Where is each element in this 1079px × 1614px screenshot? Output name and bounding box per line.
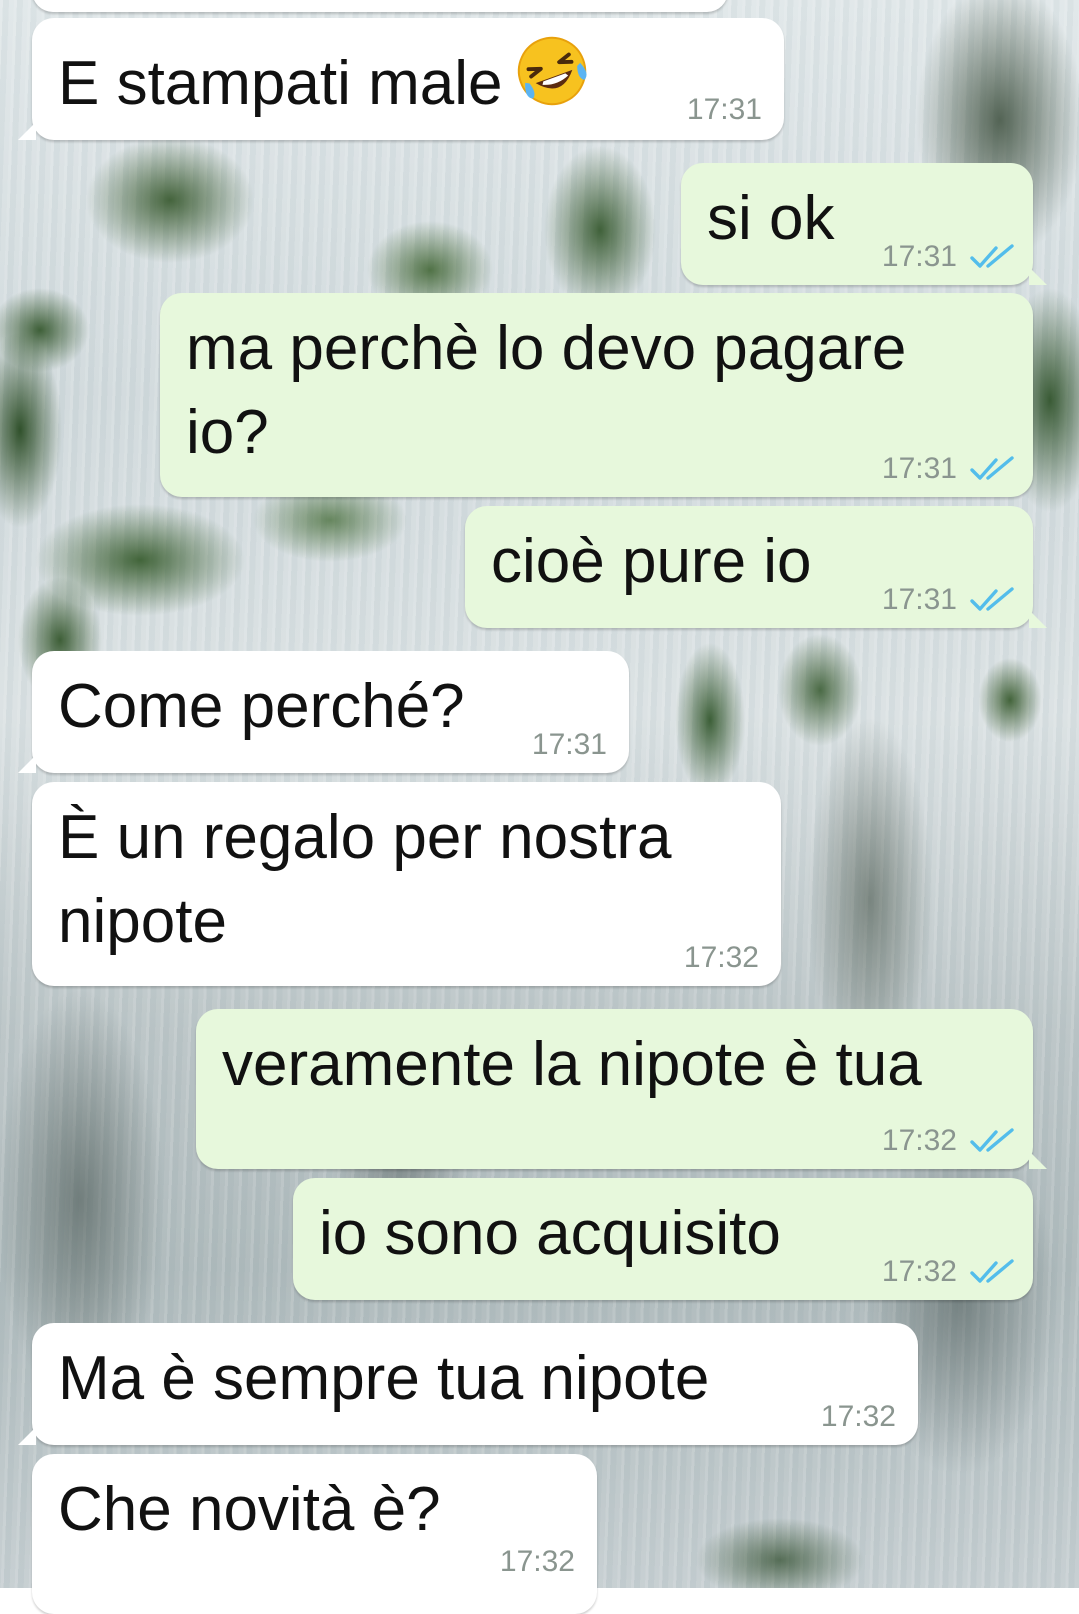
message-bubble[interactable]: Che novità è? 17:32 — [32, 1454, 597, 1614]
message-bubble[interactable]: veramente la nipote è tua 17:32 — [196, 1009, 1047, 1169]
double-check-read-icon — [970, 587, 1014, 611]
message-list[interactable]: E stampati male 17:31 si ok 17:31 ma per… — [0, 0, 1079, 1614]
message-time: 17:32 — [820, 1400, 896, 1433]
message-text: ma perchè lo devo pagare io? — [186, 314, 907, 467]
message-time: 17:31 — [881, 583, 957, 616]
message-text: Come perché? — [58, 672, 465, 741]
rolling-on-floor-laughing-emoji-icon — [517, 36, 587, 106]
message-bubble[interactable]: cioè pure io 17:31 — [465, 506, 1047, 628]
message-time: 17:32 — [881, 1124, 957, 1157]
message-bubble[interactable]: io sono acquisito 17:32 — [293, 1178, 1033, 1300]
message-time: 17:31 — [531, 728, 607, 761]
message-bubble[interactable]: Ma è sempre tua nipote 17:32 — [18, 1323, 918, 1445]
message-bubble[interactable]: È un regalo per nostra nipote 17:32 — [32, 782, 781, 986]
double-check-read-icon — [970, 1259, 1014, 1283]
double-check-read-icon — [970, 456, 1014, 480]
double-check-read-icon — [970, 244, 1014, 268]
message-time: 17:31 — [686, 93, 762, 126]
message-bubble[interactable]: ma perchè lo devo pagare io? 17:31 — [160, 293, 1033, 497]
message-time: 17:31 — [881, 452, 957, 485]
previous-message-bubble[interactable] — [32, 0, 728, 12]
message-text: E stampati male — [58, 49, 503, 118]
message-bubble[interactable]: Come perché? 17:31 — [18, 651, 629, 773]
message-time: 17:31 — [881, 240, 957, 273]
message-bubble[interactable]: si ok 17:31 — [681, 163, 1047, 285]
double-check-read-icon — [970, 1128, 1014, 1152]
message-time: 17:32 — [881, 1255, 957, 1288]
message-text: Che novità è? — [58, 1475, 441, 1544]
message-time: 17:32 — [683, 941, 759, 974]
message-time: 17:32 — [499, 1545, 575, 1578]
message-bubble[interactable]: E stampati male 17:31 — [18, 18, 784, 140]
message-text: Ma è sempre tua nipote — [58, 1344, 710, 1413]
message-text: veramente la nipote è tua — [222, 1030, 922, 1099]
message-text: È un regalo per nostra nipote — [58, 803, 672, 956]
